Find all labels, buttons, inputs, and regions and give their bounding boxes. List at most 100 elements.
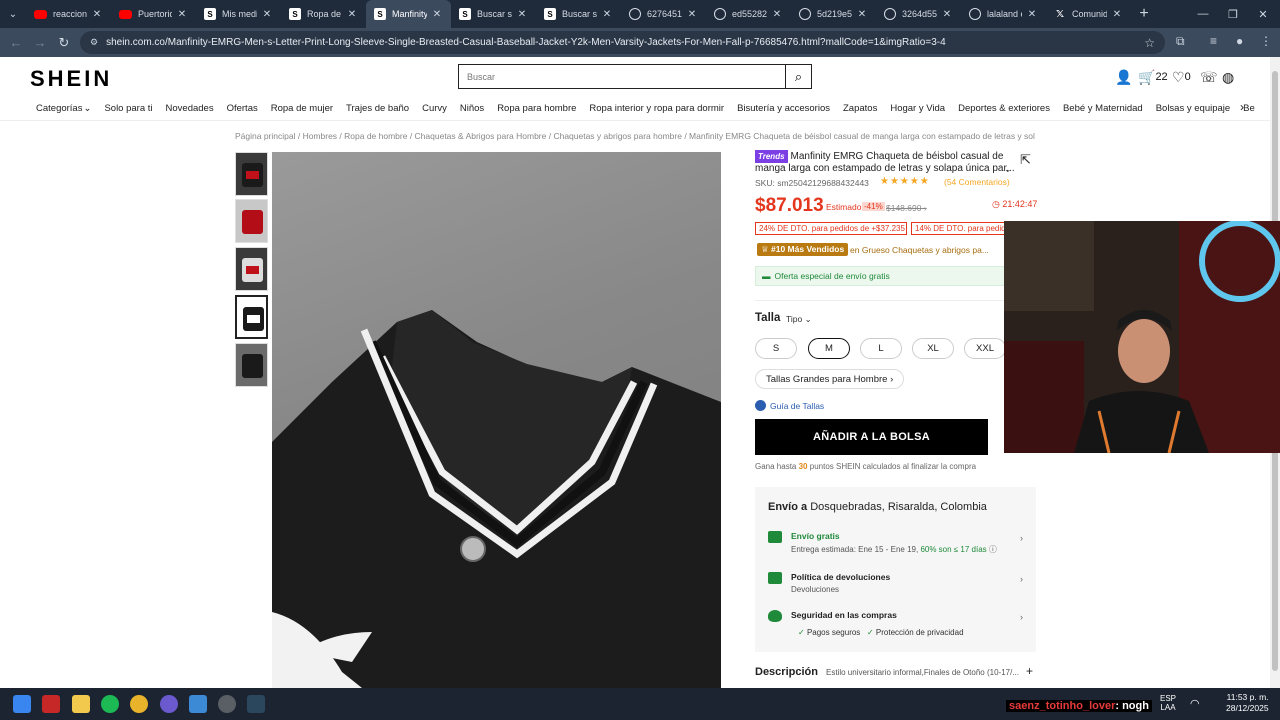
description-label[interactable]: Descripción xyxy=(755,666,818,678)
size-option-s[interactable]: S xyxy=(755,338,797,359)
browser-tab[interactable]: lalaland e ✕ xyxy=(961,0,1046,28)
search-button[interactable]: ⌕ xyxy=(785,64,812,89)
product-main-image[interactable] xyxy=(272,152,721,688)
discord-icon[interactable] xyxy=(160,695,178,713)
promo-tag[interactable]: 14% DE DTO. para pedido xyxy=(911,222,1005,235)
category-link[interactable]: Bebé y Maternidad xyxy=(1063,103,1143,114)
search-input[interactable]: Buscar xyxy=(458,64,786,89)
category-link[interactable]: Categorías xyxy=(36,103,82,114)
category-link[interactable]: Bisutería y accesorios xyxy=(737,103,830,114)
browser-tab[interactable]: S Buscar sm ✕ xyxy=(536,0,621,28)
close-window-icon[interactable]: ✕ xyxy=(1248,0,1278,28)
browser-tab[interactable]: reaccion d ✕ xyxy=(26,0,111,28)
chrome-icon[interactable] xyxy=(130,695,148,713)
expand-plus-icon[interactable]: + xyxy=(1026,664,1033,678)
tab-close-icon[interactable]: ✕ xyxy=(601,9,613,20)
size-option-l[interactable]: L xyxy=(860,338,902,359)
category-link[interactable]: Zapatos xyxy=(843,103,877,114)
support-icon[interactable]: ☏ xyxy=(1200,69,1218,86)
size-guide-link[interactable]: Guía de Tallas xyxy=(755,400,824,411)
browser-tab[interactable]: 𝕏 Comunida ✕ xyxy=(1046,0,1131,28)
reload-icon[interactable]: ↻ xyxy=(52,35,76,51)
file-explorer-icon[interactable] xyxy=(72,695,90,713)
browser-tab[interactable]: 5d219e58 ✕ xyxy=(791,0,876,28)
wishlist-icon[interactable]: ♡0 xyxy=(1172,69,1191,86)
tab-close-icon[interactable]: ✕ xyxy=(176,9,188,20)
big-sizes-button[interactable]: Tallas Grandes para Hombre › xyxy=(755,369,905,389)
minimize-icon[interactable]: — xyxy=(1188,0,1218,28)
category-link[interactable]: Be xyxy=(1243,103,1255,114)
back-icon[interactable]: ← xyxy=(4,35,28,50)
menu-icon[interactable]: ⋮ xyxy=(1260,34,1272,48)
notepad-icon[interactable] xyxy=(189,695,207,713)
browser-tab[interactable]: 3264d552 ✕ xyxy=(876,0,961,28)
category-next-icon[interactable]: › xyxy=(1240,100,1244,114)
language-globe-icon[interactable]: ◍ xyxy=(1222,69,1234,86)
category-link[interactable]: Novedades xyxy=(166,103,214,114)
tab-close-icon[interactable]: ✕ xyxy=(516,9,528,20)
url-input[interactable]: ⚙ shein.com.co/Manfinity-EMRG-Men-s-Lett… xyxy=(80,31,1165,54)
shein-logo[interactable]: SHEIN xyxy=(30,66,112,92)
product-thumbnail-selected[interactable] xyxy=(235,295,268,339)
tab-close-icon[interactable]: ✕ xyxy=(686,9,698,20)
share-icon[interactable]: ⇱ xyxy=(1020,152,1031,168)
language-indicator[interactable]: ESP LAA xyxy=(1160,694,1176,712)
tab-close-icon[interactable]: ✕ xyxy=(346,9,358,20)
security-row[interactable]: Seguridad en las compras ✓ Pagos seguros… xyxy=(768,610,1023,640)
category-link[interactable]: Ropa para hombre xyxy=(497,103,576,114)
category-link[interactable]: Bolsas y equipaje xyxy=(1156,103,1230,114)
category-link[interactable]: Niños xyxy=(460,103,484,114)
product-thumbnail[interactable] xyxy=(235,199,268,243)
shipping-destination[interactable]: Envío a Dosquebradas, Risaralda, Colombi… xyxy=(768,501,987,513)
category-link[interactable]: Hogar y Vida xyxy=(890,103,945,114)
rating-stars[interactable]: ★★★★★ xyxy=(880,176,930,187)
category-link[interactable]: Deportes & exteriores xyxy=(958,103,1050,114)
cart-icon[interactable]: 🛒22 xyxy=(1138,69,1168,86)
browser-tab[interactable]: S Buscar sm ✕ xyxy=(451,0,536,28)
new-tab-button[interactable]: + xyxy=(1131,5,1157,23)
tab-search-icon[interactable]: ⌄ xyxy=(0,0,26,28)
breadcrumb[interactable]: Página principal / Hombres / Ropa de hom… xyxy=(235,131,1035,141)
browser-tab[interactable]: S Mis medid ✕ xyxy=(196,0,281,28)
tab-close-icon[interactable]: ✕ xyxy=(1111,9,1123,20)
spotify-icon[interactable] xyxy=(101,695,119,713)
media-icon[interactable]: ≡ xyxy=(1210,34,1217,48)
tab-close-icon[interactable]: ✕ xyxy=(91,9,103,20)
expand-title-icon[interactable]: ⌄ xyxy=(1004,164,1012,175)
tab-close-icon[interactable]: ✕ xyxy=(1026,9,1038,20)
restore-icon[interactable]: ❐ xyxy=(1218,0,1248,28)
browser-tab[interactable]: S Manfinity E ✕ xyxy=(366,0,451,28)
bookmark-star-icon[interactable]: ☆ xyxy=(1144,36,1155,50)
tab-close-icon[interactable]: ✕ xyxy=(771,9,783,20)
profile-icon[interactable]: ● xyxy=(1236,34,1243,48)
tab-close-icon[interactable]: ✕ xyxy=(941,9,953,20)
returns-row[interactable]: Política de devoluciones Devoluciones › xyxy=(768,572,1023,598)
category-link[interactable]: Trajes de baño xyxy=(346,103,409,114)
extensions-icon[interactable]: ⧉ xyxy=(1176,34,1185,49)
best-seller-category[interactable]: en Grueso Chaquetas y abrigos pa... xyxy=(850,245,989,255)
free-shipping-row[interactable]: Envío gratis Entrega estimada: Ene 15 - … xyxy=(768,531,1023,557)
product-thumbnail[interactable] xyxy=(235,247,268,291)
size-option-xxl[interactable]: XXL xyxy=(964,338,1006,359)
obs-icon[interactable] xyxy=(218,695,236,713)
windows-start-icon[interactable] xyxy=(13,695,31,713)
category-link[interactable]: Ofertas xyxy=(227,103,258,114)
best-seller-badge[interactable]: ♕ #10 Más Vendidos xyxy=(757,243,849,256)
tab-close-icon[interactable]: ✕ xyxy=(431,9,443,20)
browser-tab[interactable]: S Ropa de M ✕ xyxy=(281,0,366,28)
category-link[interactable]: Ropa interior y ropa para dormir xyxy=(589,103,724,114)
browser-tab[interactable]: ed552829 ✕ xyxy=(706,0,791,28)
browser-tab[interactable]: 6276451a ✕ xyxy=(621,0,706,28)
reviews-link[interactable]: (54 Comentarios) xyxy=(944,177,1010,187)
promo-tag[interactable]: 24% DE DTO. para pedidos de +$37.235 xyxy=(755,222,907,235)
add-to-bag-button[interactable]: AÑADIR A LA BOLSA xyxy=(755,419,988,455)
product-thumbnail[interactable] xyxy=(235,152,268,196)
site-info-icon[interactable]: ⚙ xyxy=(90,37,98,48)
tab-close-icon[interactable]: ✕ xyxy=(261,9,273,20)
news-app-icon[interactable] xyxy=(42,695,60,713)
forward-icon[interactable]: → xyxy=(28,35,52,50)
wifi-icon[interactable]: ◠ xyxy=(1190,697,1204,711)
browser-tab[interactable]: Puertoriqu ✕ xyxy=(111,0,196,28)
steam-icon[interactable] xyxy=(247,695,265,713)
size-type-dropdown[interactable]: Tipo ⌄ xyxy=(786,314,812,325)
